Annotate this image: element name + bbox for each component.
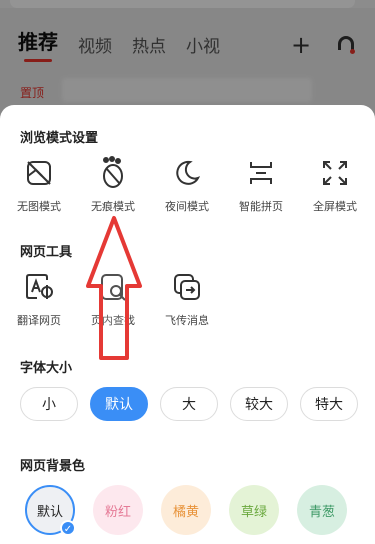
bg-color-label: 草绿 bbox=[240, 504, 267, 520]
bg-color-pink[interactable]: 粉红 bbox=[93, 485, 143, 535]
web-tools-title: 网页工具 bbox=[20, 245, 73, 260]
font-size-large[interactable]: 大 bbox=[160, 387, 218, 421]
web-tools-grid: 翻译网页 页内查找 飞传消息 bbox=[2, 267, 375, 328]
no-image-icon bbox=[19, 153, 59, 193]
bg-color-label: 粉红 bbox=[104, 504, 131, 520]
bg-color-options: 默认 ✓ 粉红 橘黄 草绿 青葱 bbox=[25, 485, 347, 536]
browse-item-label: 无痕模式 bbox=[91, 200, 135, 213]
tool-item-send[interactable]: 飞传消息 bbox=[150, 267, 224, 328]
font-size-larger[interactable]: 较大 bbox=[230, 387, 288, 421]
font-size-default[interactable]: 默认 bbox=[90, 387, 148, 421]
browse-item-smart-page[interactable]: 智能拼页 bbox=[224, 153, 298, 214]
tool-item-label: 翻译网页 bbox=[17, 314, 61, 327]
browse-item-no-image[interactable]: 无图模式 bbox=[2, 153, 76, 214]
check-icon: ✓ bbox=[60, 520, 76, 536]
bg-color-grass-green[interactable]: 草绿 bbox=[229, 485, 279, 535]
browse-item-incognito[interactable]: 无痕模式 bbox=[76, 153, 150, 214]
browse-item-label: 夜间模式 bbox=[165, 200, 209, 213]
tool-item-label: 页内查找 bbox=[91, 314, 135, 327]
send-message-icon bbox=[167, 267, 207, 307]
font-size-small[interactable]: 小 bbox=[20, 387, 78, 421]
smart-page-icon bbox=[241, 153, 281, 193]
browse-item-fullscreen[interactable]: 全屏模式 bbox=[298, 153, 372, 214]
fullscreen-icon bbox=[315, 153, 355, 193]
bg-color-default[interactable]: 默认 ✓ bbox=[25, 485, 76, 536]
moon-icon bbox=[167, 153, 207, 193]
bg-color-label: 橘黄 bbox=[172, 504, 199, 520]
find-in-page-icon bbox=[93, 267, 133, 307]
settings-sheet: 浏览模式设置 无图模式 无痕模式 夜间模式 智能拼页 全屏模式 网页工具 翻译网… bbox=[0, 105, 375, 544]
bg-color-title: 网页背景色 bbox=[20, 459, 86, 474]
tool-item-label: 飞传消息 bbox=[165, 314, 209, 327]
font-size-extra-large[interactable]: 特大 bbox=[300, 387, 358, 421]
browse-mode-title: 浏览模式设置 bbox=[20, 131, 99, 146]
browse-item-night[interactable]: 夜间模式 bbox=[150, 153, 224, 214]
bg-color-cyan[interactable]: 青葱 bbox=[297, 485, 347, 535]
browse-mode-grid: 无图模式 无痕模式 夜间模式 智能拼页 全屏模式 bbox=[2, 153, 375, 214]
font-size-options: 小 默认 大 较大 特大 bbox=[20, 387, 358, 421]
tool-item-find[interactable]: 页内查找 bbox=[76, 267, 150, 328]
bg-color-orange[interactable]: 橘黄 bbox=[161, 485, 211, 535]
bg-color-label: 默认 bbox=[36, 504, 63, 520]
browse-item-label: 全屏模式 bbox=[313, 200, 357, 213]
translate-icon bbox=[19, 267, 59, 307]
bg-color-label: 青葱 bbox=[308, 504, 335, 520]
font-size-title: 字体大小 bbox=[20, 361, 73, 376]
tool-item-translate[interactable]: 翻译网页 bbox=[2, 267, 76, 328]
browse-item-label: 智能拼页 bbox=[239, 200, 283, 213]
browse-item-label: 无图模式 bbox=[17, 200, 61, 213]
incognito-icon bbox=[93, 153, 133, 193]
